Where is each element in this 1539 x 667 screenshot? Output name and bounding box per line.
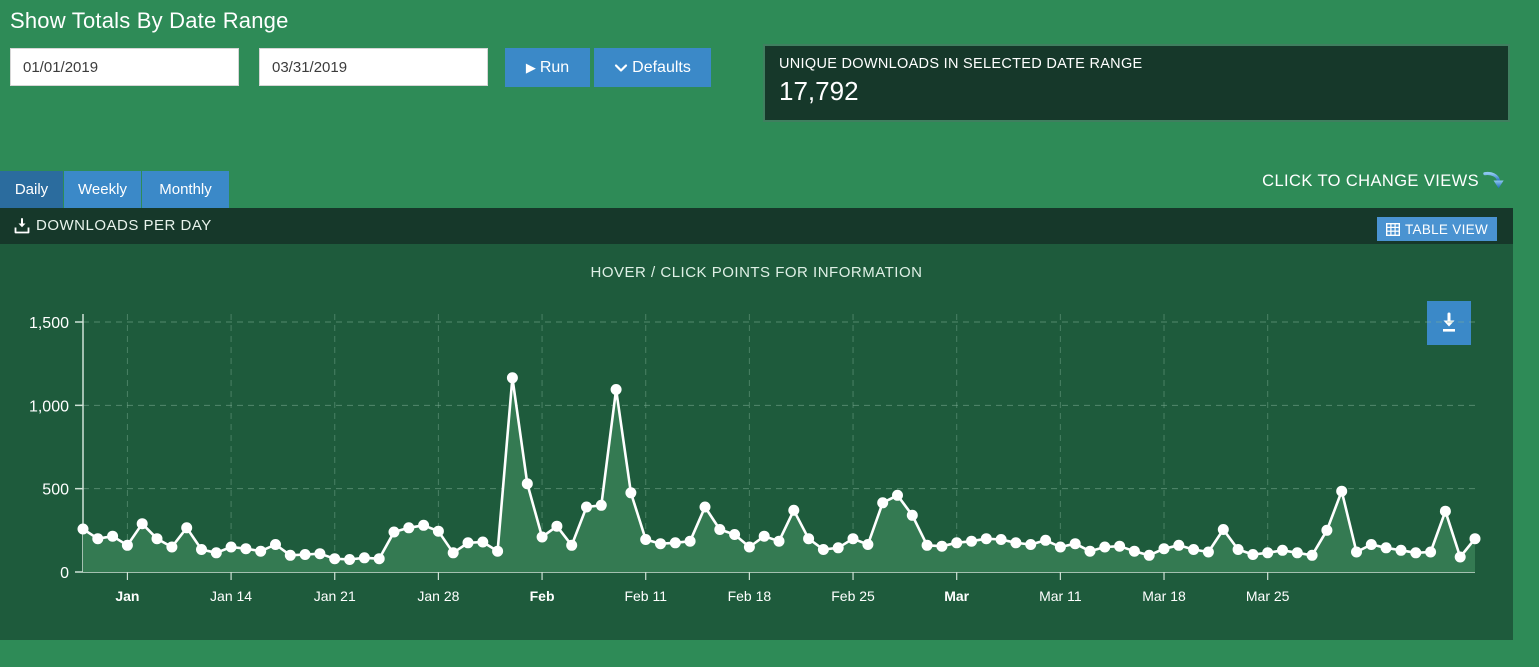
unique-downloads-card: UNIQUE DOWNLOADS IN SELECTED DATE RANGE …	[763, 44, 1510, 122]
tab-monthly-label: Monthly	[159, 181, 212, 198]
tab-weekly-label: Weekly	[78, 181, 127, 198]
defaults-button[interactable]: Defaults	[594, 48, 711, 87]
svg-text:Jan: Jan	[115, 588, 139, 604]
svg-text:Mar: Mar	[944, 588, 969, 604]
svg-text:Feb: Feb	[530, 588, 555, 604]
svg-text:0: 0	[60, 565, 69, 582]
view-tabs: Daily Weekly Monthly	[0, 171, 230, 208]
table-icon	[1386, 223, 1400, 236]
unique-downloads-label: UNIQUE DOWNLOADS IN SELECTED DATE RANGE	[779, 56, 1143, 72]
svg-text:Feb 18: Feb 18	[728, 588, 772, 604]
svg-text:Feb 25: Feb 25	[831, 588, 875, 604]
change-views-hint: CLICK TO CHANGE VIEWS	[1262, 172, 1479, 191]
svg-text:Jan 28: Jan 28	[417, 588, 459, 604]
tab-weekly[interactable]: Weekly	[64, 171, 142, 208]
table-view-label: TABLE VIEW	[1405, 222, 1488, 237]
panel-title: DOWNLOADS PER DAY	[36, 217, 212, 234]
run-button[interactable]: ▶ Run	[505, 48, 590, 87]
svg-text:500: 500	[42, 482, 69, 499]
svg-text:Jan 21: Jan 21	[314, 588, 356, 604]
table-view-button[interactable]: TABLE VIEW	[1377, 217, 1497, 241]
downloads-line-chart[interactable]: 0 500 1,000 1,500 Jan Jan 14 Jan 21 Jan 28 Feb Fe…	[0, 244, 1513, 604]
svg-text:1,000: 1,000	[29, 398, 69, 415]
svg-text:Mar 11: Mar 11	[1039, 588, 1082, 604]
page-title: Show Totals By Date Range	[10, 8, 289, 34]
downloads-dashboard: Show Totals By Date Range ▶ Run Defaults…	[0, 0, 1539, 667]
downloads-panel: DOWNLOADS PER DAY TABLE VIEW HOVER / CLI…	[0, 208, 1513, 640]
svg-text:Mar 25: Mar 25	[1246, 588, 1290, 604]
curved-arrow-down-icon	[1483, 170, 1505, 192]
panel-header: DOWNLOADS PER DAY TABLE VIEW	[0, 208, 1513, 244]
start-date-input[interactable]	[10, 48, 239, 86]
run-button-label: Run	[540, 59, 569, 77]
download-icon	[14, 218, 30, 234]
end-date-input[interactable]	[259, 48, 488, 86]
tab-monthly[interactable]: Monthly	[142, 171, 230, 208]
chart-container: HOVER / CLICK POINTS FOR INFORMATION 050…	[0, 244, 1513, 640]
svg-text:1,500: 1,500	[29, 315, 69, 332]
play-icon: ▶	[526, 61, 536, 74]
svg-text:Feb 11: Feb 11	[624, 588, 667, 604]
svg-text:Mar 18: Mar 18	[1142, 588, 1186, 604]
tab-daily-label: Daily	[15, 181, 48, 198]
unique-downloads-value: 17,792	[779, 76, 859, 107]
chevron-down-icon	[614, 61, 628, 75]
defaults-button-label: Defaults	[632, 59, 691, 77]
tab-daily[interactable]: Daily	[0, 171, 64, 208]
svg-text:Jan 14: Jan 14	[210, 588, 252, 604]
